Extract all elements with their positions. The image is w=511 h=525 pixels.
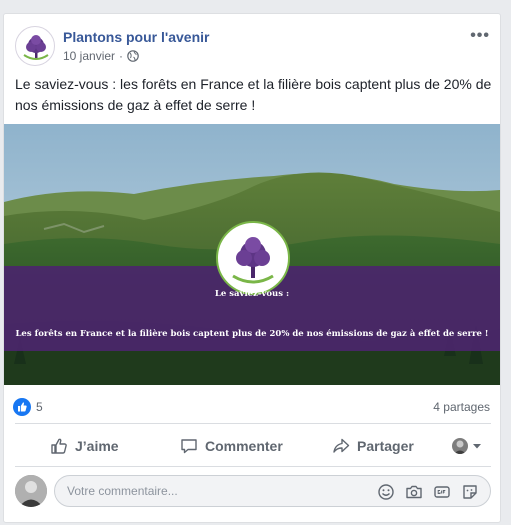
- share-label: Partager: [357, 438, 414, 454]
- divider: [15, 423, 491, 424]
- like-label: J’aime: [75, 438, 119, 454]
- post-card: Plantons pour l'avenir 10 janvier · ••• …: [3, 13, 501, 523]
- shares-count[interactable]: 4 partages: [433, 400, 490, 414]
- post-stats: 5 4 partages: [4, 396, 500, 420]
- banner-title: Le saviez-vous :: [214, 289, 290, 299]
- chevron-down-icon: [473, 444, 481, 449]
- comment-input[interactable]: [67, 476, 347, 506]
- tree-logo-icon: [23, 35, 49, 60]
- camera-icon[interactable]: [405, 483, 423, 501]
- plantons-logo: [215, 220, 291, 296]
- comment-label: Commenter: [205, 438, 283, 454]
- post-text: Le saviez-vous : les forêts en France et…: [15, 76, 492, 113]
- thumbs-up-icon: [51, 438, 67, 454]
- banner-text: Les forêts en France et la filière bois …: [15, 329, 489, 339]
- more-options-button[interactable]: •••: [470, 27, 490, 45]
- post-date[interactable]: 10 janvier: [63, 49, 115, 63]
- like-icon[interactable]: [13, 398, 31, 416]
- like-button[interactable]: J’aime: [50, 430, 119, 462]
- avatar[interactable]: [15, 475, 47, 507]
- gif-icon[interactable]: [433, 483, 451, 501]
- post-actions: J’aime Commenter Partager: [4, 430, 500, 462]
- page-avatar[interactable]: [15, 26, 55, 66]
- post-image[interactable]: Le saviez-vous : Les forêts en France et…: [4, 124, 500, 385]
- share-button[interactable]: Partager: [332, 430, 414, 462]
- user-avatar-small: [452, 438, 468, 454]
- comment-button[interactable]: Commenter: [180, 430, 283, 462]
- meta-separator: ·: [119, 49, 124, 63]
- page-name[interactable]: Plantons pour l'avenir: [63, 29, 209, 45]
- comment-composer: [4, 472, 500, 512]
- sticker-icon[interactable]: [461, 483, 479, 501]
- post-header: Plantons pour l'avenir 10 janvier · •••: [4, 14, 500, 66]
- emoji-icon[interactable]: [377, 483, 395, 501]
- comment-box[interactable]: [54, 475, 491, 507]
- post-meta: 10 janvier ·: [63, 49, 139, 63]
- reaction-count[interactable]: 5: [36, 400, 43, 414]
- plantons-logo-icon: [216, 221, 290, 295]
- divider: [15, 466, 491, 467]
- share-icon: [333, 438, 350, 453]
- share-as-selector[interactable]: [452, 430, 482, 462]
- comment-icon: [181, 439, 197, 454]
- globe-icon: [127, 50, 139, 62]
